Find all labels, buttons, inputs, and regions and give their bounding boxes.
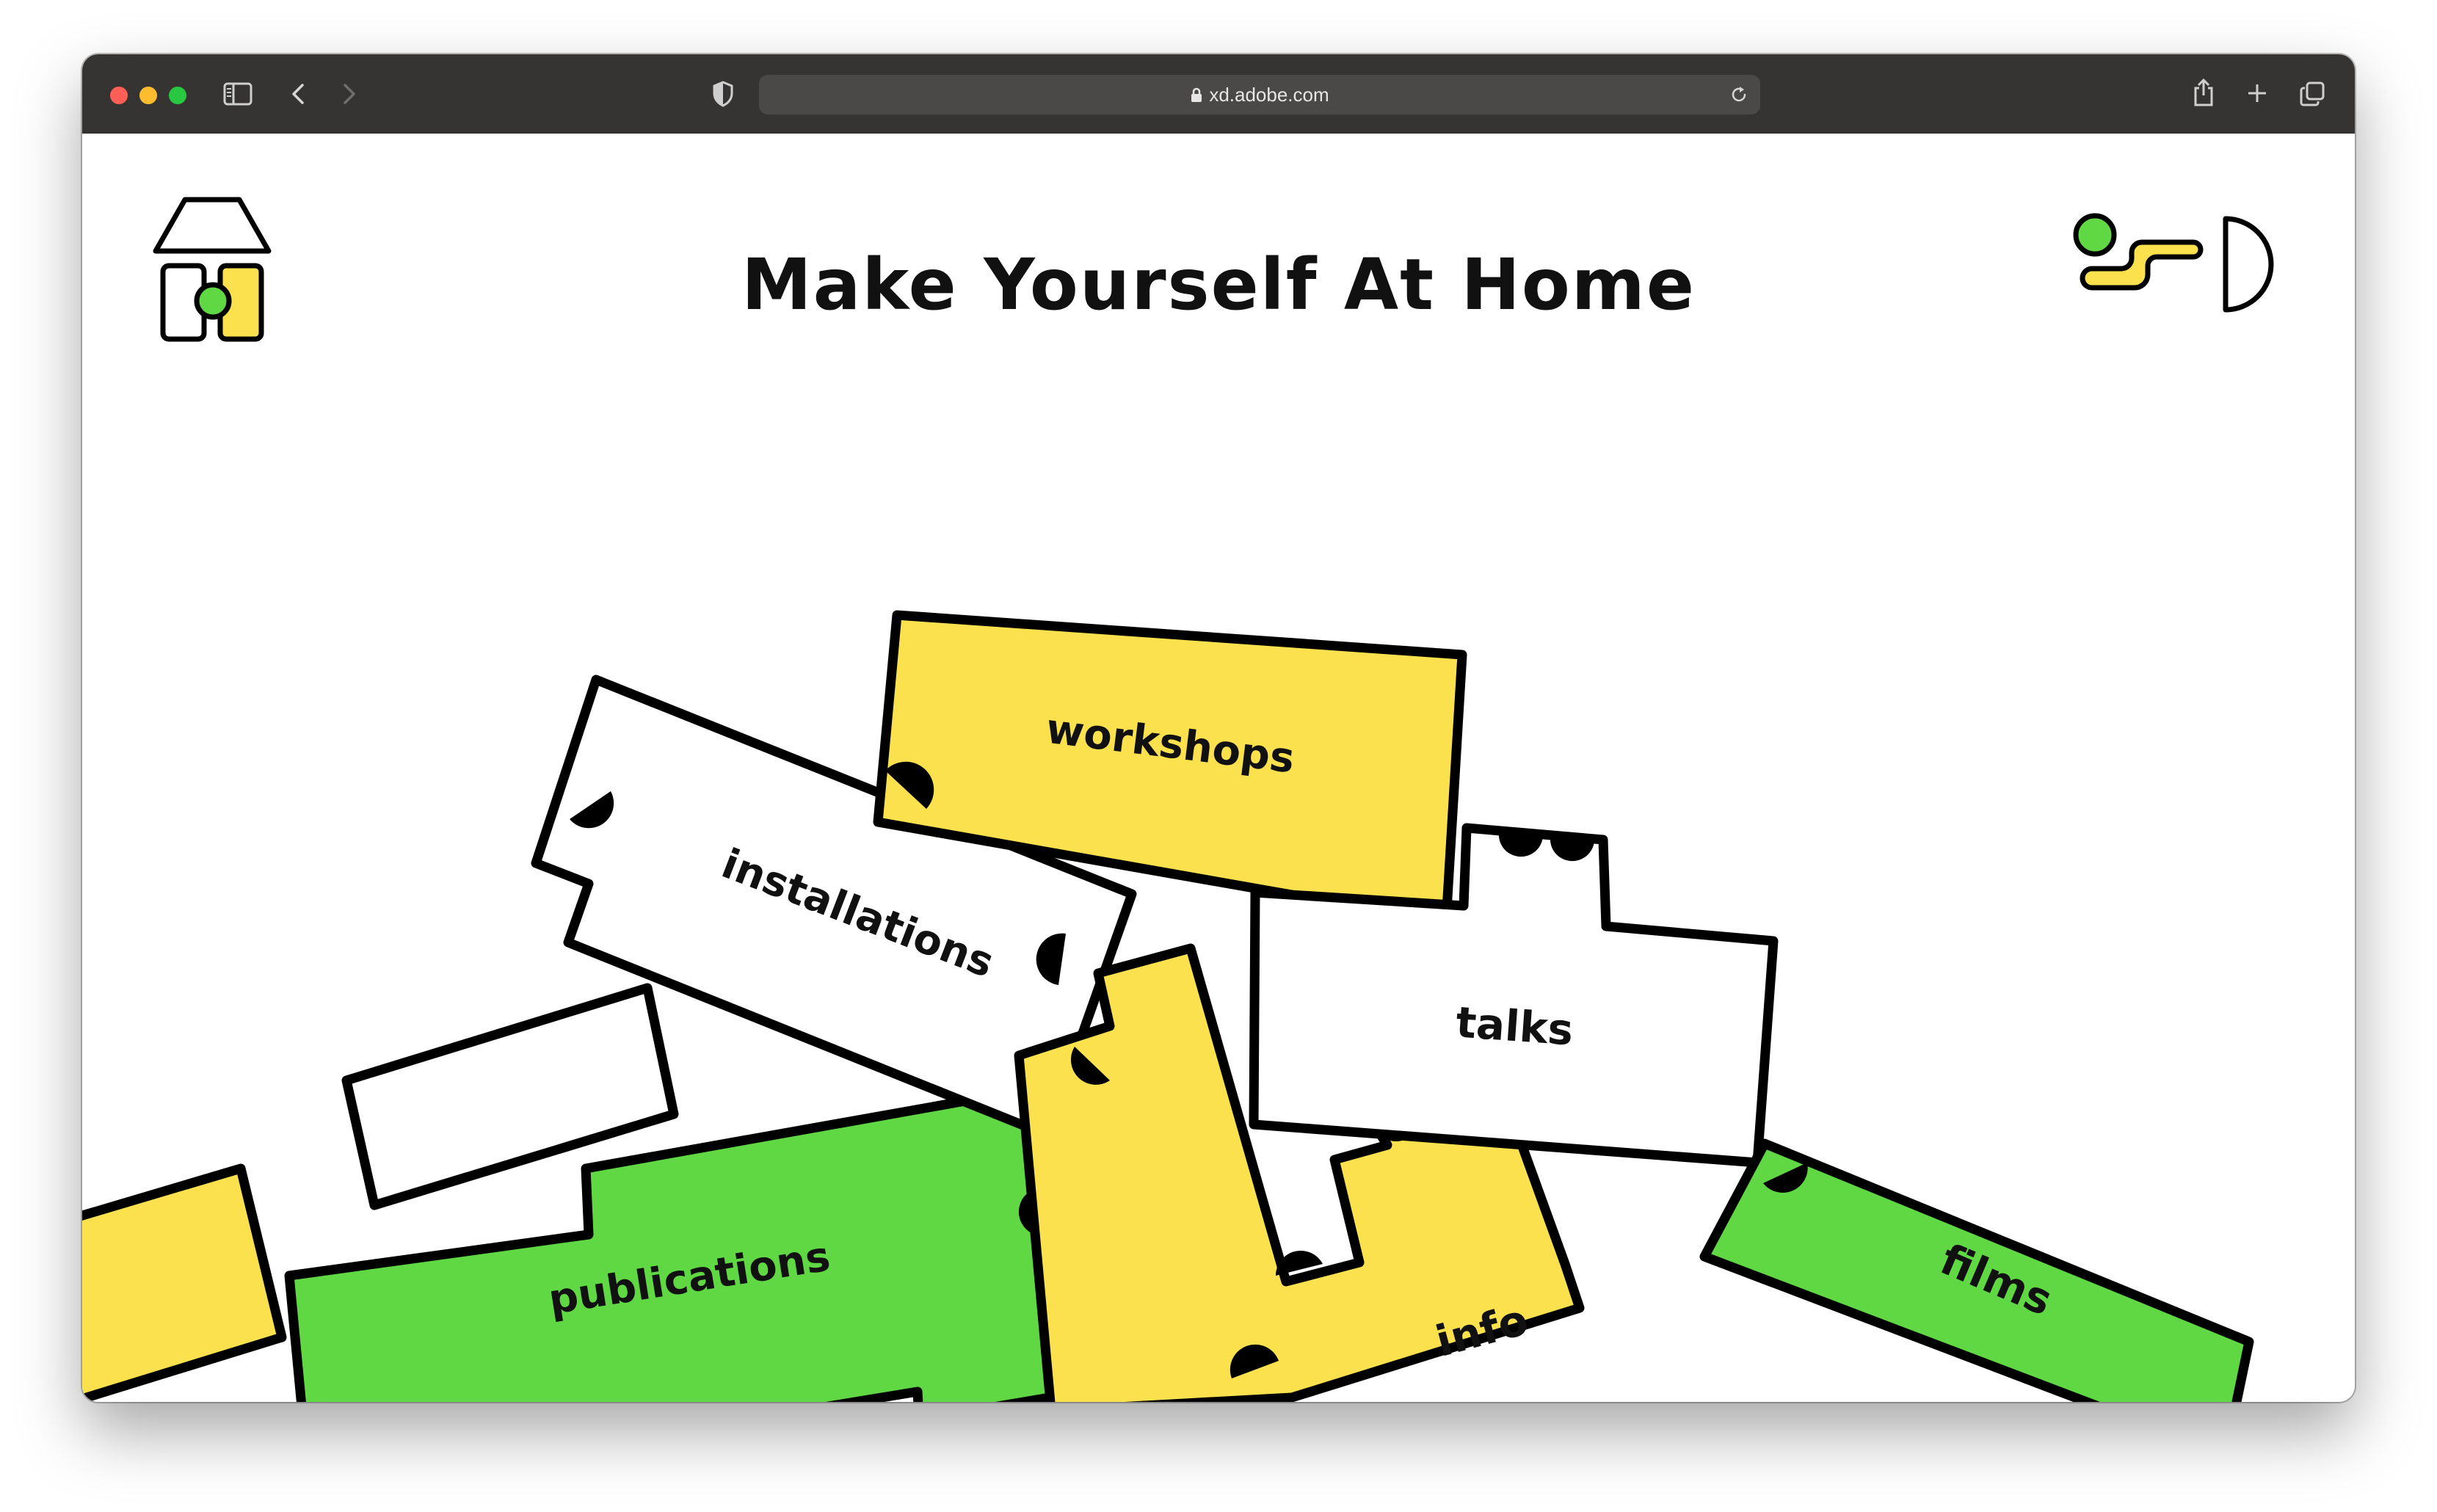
zoom-window-button[interactable]: [169, 87, 186, 104]
reload-icon[interactable]: [1729, 85, 1748, 104]
url-text: xd.adobe.com: [759, 75, 1760, 115]
new-tab-icon[interactable]: [2246, 82, 2268, 104]
tabs-overview-icon[interactable]: [2299, 81, 2325, 107]
minimize-window-button[interactable]: [139, 87, 157, 104]
close-window-button[interactable]: [110, 87, 128, 104]
browser-window: xd.adobe.com Make Yourself At Home publi…: [82, 54, 2355, 1402]
nav-label-talks: talks: [1454, 997, 1575, 1055]
page-content: Make Yourself At Home publications insta…: [82, 134, 2355, 1402]
back-icon[interactable]: [289, 82, 307, 106]
share-icon[interactable]: [2192, 78, 2215, 107]
forward-icon[interactable]: [341, 82, 358, 106]
decorative-yellow-block: [82, 1163, 287, 1402]
browser-titlebar: xd.adobe.com: [82, 54, 2355, 135]
nav-block-films[interactable]: films: [1699, 1138, 2254, 1402]
lock-icon: [1191, 87, 1202, 102]
url-label: xd.adobe.com: [1209, 84, 1329, 106]
sidebar-icon[interactable]: [223, 82, 253, 106]
shield-icon: [713, 81, 733, 107]
navigation-block-pile: publications installations workshops inf…: [82, 610, 2254, 1402]
address-bar[interactable]: xd.adobe.com: [759, 75, 1760, 115]
